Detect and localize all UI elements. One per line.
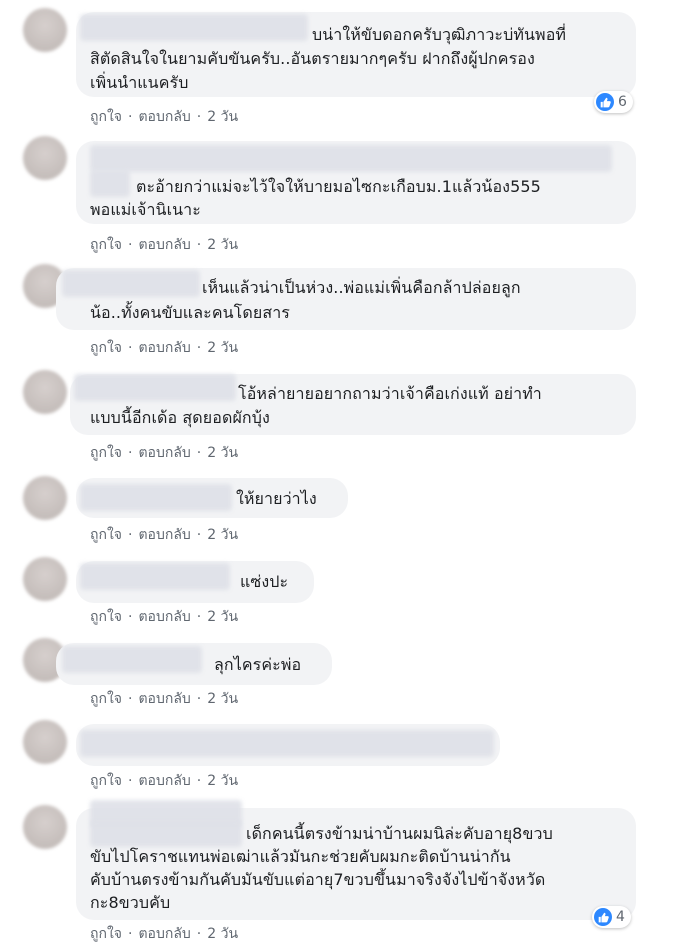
timestamp[interactable]: 2 วัน (207, 923, 238, 945)
commenter-name-redacted[interactable] (80, 14, 308, 41)
like-link[interactable]: ถูกใจ (90, 770, 122, 792)
timestamp[interactable]: 2 วัน (207, 524, 238, 546)
reply-link[interactable]: ตอบกลับ (138, 106, 190, 128)
separator: · (128, 109, 133, 125)
comment-actions: ถูกใจ · ตอบกลับ · 2 วัน (90, 106, 238, 128)
commenter-name-redacted[interactable] (80, 730, 494, 757)
separator: · (196, 109, 202, 125)
timestamp[interactable]: 2 วัน (207, 606, 238, 628)
reply-link[interactable]: ตอบกลับ (138, 688, 190, 710)
commenter-name-redacted[interactable] (90, 820, 242, 847)
separator: · (128, 773, 133, 789)
avatar[interactable] (23, 557, 67, 601)
comment-text-line: กะ8ขวบคับ (90, 893, 171, 912)
separator: · (196, 691, 202, 707)
like-link[interactable]: ถูกใจ (90, 524, 122, 546)
timestamp[interactable]: 2 วัน (207, 688, 238, 710)
reaction-count[interactable]: 4 (592, 906, 631, 928)
comment-text-line: ตะอ้ายกว่าแม่จะไว้ใจให้บายมอไซกะเกือบม.1… (136, 177, 541, 196)
like-icon (594, 908, 612, 926)
timestamp[interactable]: 2 วัน (207, 337, 238, 359)
separator: · (128, 340, 133, 356)
comment-actions: ถูกใจ · ตอบกลับ · 2 วัน (90, 524, 238, 546)
separator: · (196, 926, 202, 942)
separator: · (196, 609, 202, 625)
separator: · (128, 609, 133, 625)
separator: · (196, 237, 202, 253)
avatar[interactable] (23, 8, 67, 52)
comment-actions: ถูกใจ · ตอบกลับ · 2 วัน (90, 770, 238, 792)
comment-text-line: เพิ่นนำแนครับ (90, 73, 189, 92)
reply-link[interactable]: ตอบกลับ (138, 524, 190, 546)
comment-text-line: แบบนี้อีกเด้อ สุดยอดผักบุ้ง (90, 408, 270, 427)
commenter-name-redacted[interactable] (90, 170, 130, 197)
avatar[interactable] (23, 720, 67, 764)
commenter-name-redacted[interactable] (62, 270, 200, 297)
separator: · (128, 237, 133, 253)
comment-text-line: โอ้หล่ายายอยากถามว่าเจ้าคือเก่งแท้ อย่าท… (238, 384, 542, 403)
comment-text-line: ลุกไครค่ะพ่อ (214, 655, 302, 674)
timestamp[interactable]: 2 วัน (207, 106, 238, 128)
timestamp[interactable]: 2 วัน (207, 442, 238, 464)
comment-actions: ถูกใจ · ตอบกลับ · 2 วัน (90, 234, 238, 256)
comment-actions: ถูกใจ · ตอบกลับ · 2 วัน (90, 337, 238, 359)
reaction-count[interactable]: 6 (594, 91, 633, 113)
like-link[interactable]: ถูกใจ (90, 606, 122, 628)
reply-link[interactable]: ตอบกลับ (138, 606, 190, 628)
like-link[interactable]: ถูกใจ (90, 234, 122, 256)
comment-actions: ถูกใจ · ตอบกลับ · 2 วัน (90, 923, 238, 945)
reaction-count-value: 6 (618, 94, 627, 110)
avatar[interactable] (23, 805, 67, 849)
reply-link[interactable]: ตอบกลับ (138, 923, 190, 945)
reply-link[interactable]: ตอบกลับ (138, 442, 190, 464)
comment-text-line: ให้ยายว่าไง (236, 489, 317, 508)
comment-text-line: พอแม่เจ้านิเนาะ (90, 200, 201, 219)
comment-text-line: บน่าให้ขับดอกครับวุฒิภาวะบ่ทันพอที่ (312, 25, 567, 44)
reply-link[interactable]: ตอบกลับ (138, 770, 190, 792)
commenter-name-redacted[interactable] (80, 484, 232, 511)
separator: · (128, 527, 133, 543)
comment-text-line: คับบ้านตรงข้ามกันคับมันขับแต่อายุ7ขวบขึ้… (90, 870, 546, 889)
commenter-name-redacted[interactable] (90, 145, 612, 172)
like-link[interactable]: ถูกใจ (90, 442, 122, 464)
timestamp[interactable]: 2 วัน (207, 234, 238, 256)
separator: · (196, 773, 202, 789)
like-link[interactable]: ถูกใจ (90, 688, 122, 710)
separator: · (196, 527, 202, 543)
commenter-name-redacted[interactable] (74, 374, 236, 401)
like-link[interactable]: ถูกใจ (90, 106, 122, 128)
reply-link[interactable]: ตอบกลับ (138, 337, 190, 359)
separator: · (128, 445, 133, 461)
separator: · (196, 445, 202, 461)
comment-text-line: เห็นแล้วน่าเป็นห่วง..พ่อแม่เพิ่นคือกล้าป… (202, 278, 521, 297)
avatar[interactable] (23, 476, 67, 520)
timestamp[interactable]: 2 วัน (207, 770, 238, 792)
comment-text-line: ขับไปโคราชแทนพ่อเฒ่าแล้วมันกะช่วยคับผมกะ… (90, 847, 511, 866)
separator: · (128, 691, 133, 707)
comment-text-line: น้อ..ทั้งคนขับและคนโดยสาร (90, 303, 290, 322)
comment-text-line: แซ่งปะ (240, 572, 289, 591)
reaction-count-value: 4 (616, 909, 625, 925)
separator: · (196, 340, 202, 356)
commenter-name-redacted[interactable] (80, 563, 230, 590)
comment-actions: ถูกใจ · ตอบกลับ · 2 วัน (90, 442, 238, 464)
like-link[interactable]: ถูกใจ (90, 923, 122, 945)
like-icon (596, 93, 614, 111)
avatar[interactable] (23, 136, 67, 180)
reply-link[interactable]: ตอบกลับ (138, 234, 190, 256)
avatar[interactable] (23, 370, 67, 414)
comment-text-line: สิตัดสินใจในยามคับขันครับ..อันตรายมากๆคร… (90, 49, 535, 68)
separator: · (128, 926, 133, 942)
comment-actions: ถูกใจ · ตอบกลับ · 2 วัน (90, 688, 238, 710)
commenter-name-redacted[interactable] (62, 646, 202, 673)
comment-actions: ถูกใจ · ตอบกลับ · 2 วัน (90, 606, 238, 628)
like-link[interactable]: ถูกใจ (90, 337, 122, 359)
comment-text-line: เด็กคนนี้ตรงข้ามน่าบ้านผมนิล่ะคับอายุ8ขว… (246, 824, 553, 843)
